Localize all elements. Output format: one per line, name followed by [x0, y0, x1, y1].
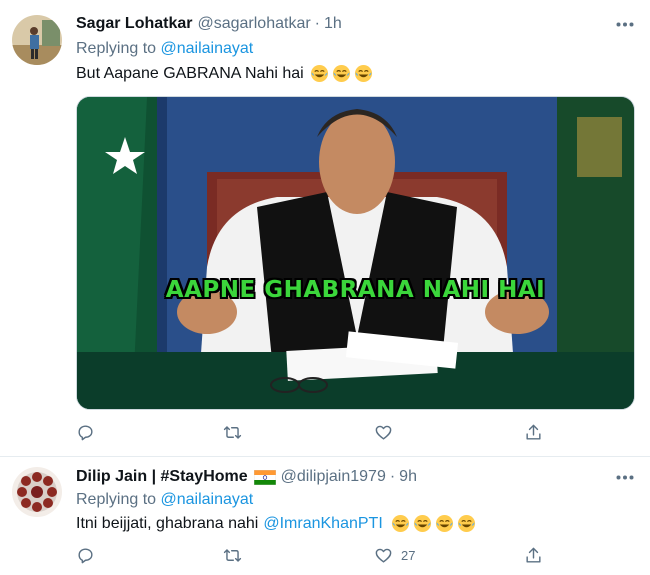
tweet-header: Sagar Lohatkar @sagarlohatkar · 1h [76, 13, 630, 35]
separator-dot: · [389, 468, 396, 485]
like-icon [375, 425, 392, 440]
tweet-header: Dilip Jain | #StayHome @dilipjain1979 · … [76, 466, 630, 488]
retweet-button[interactable] [222, 543, 243, 567]
tweet-1[interactable]: Sagar Lohatkar @sagarlohatkar · 1h Reply… [0, 0, 650, 457]
tears-of-joy-emoji [391, 514, 409, 533]
share-icon [526, 547, 541, 563]
tweet-2[interactable]: Dilip Jain | #StayHome @dilipjain1979 · … [0, 456, 650, 575]
like-count: 27 [401, 547, 416, 563]
tweet-body: Itni beijjati, ghabrana nahi [76, 514, 259, 532]
media-caption: AAPNE GHABRANA NAHI HAI [165, 277, 546, 303]
tweet-text: But Aapane GABRANA Nahi hai [76, 64, 373, 83]
tweet-mention[interactable]: @ImranKhanPTI [263, 515, 382, 533]
replying-to: Replying to @nailainayat [76, 491, 253, 509]
avatar[interactable] [12, 467, 62, 517]
reply-icon [78, 547, 93, 563]
more-icon[interactable] [610, 466, 640, 488]
reply-button[interactable] [76, 420, 95, 444]
timestamp[interactable]: 1h [324, 15, 342, 33]
share-icon [526, 424, 541, 440]
tears-of-joy-emoji [457, 514, 475, 533]
retweet-icon [223, 548, 242, 562]
like-button[interactable] [374, 420, 401, 444]
replying-to-mention[interactable]: @nailainayat [161, 40, 254, 57]
reply-button[interactable] [76, 543, 95, 567]
retweet-button[interactable] [222, 420, 243, 444]
retweet-icon [223, 425, 242, 439]
tears-of-joy-emoji [354, 64, 372, 83]
display-name[interactable]: Dilip Jain | #StayHome [76, 468, 248, 486]
tears-of-joy-emoji [435, 514, 453, 533]
tweet-actions [76, 420, 546, 444]
emoji-group [388, 514, 476, 533]
avatar[interactable] [12, 15, 62, 65]
tweet-media-image[interactable]: AAPNE GHABRANA NAHI HAI [76, 96, 635, 410]
timestamp[interactable]: 9h [399, 468, 417, 486]
emoji-group [307, 64, 373, 83]
user-handle[interactable]: @sagarlohatkar [197, 15, 310, 33]
user-handle[interactable]: @dilipjain1979 [281, 468, 386, 486]
display-name[interactable]: Sagar Lohatkar [76, 15, 192, 33]
share-button[interactable] [524, 420, 543, 444]
tears-of-joy-emoji [332, 64, 350, 83]
like-icon [375, 548, 392, 563]
more-icon[interactable] [610, 13, 640, 35]
separator-dot: · [314, 15, 320, 32]
tweet-body: But Aapane GABRANA Nahi hai [76, 64, 304, 82]
replying-to-label: Replying to [76, 491, 157, 508]
replying-to: Replying to @nailainayat [76, 40, 253, 58]
tweet-actions: 27 [76, 543, 546, 567]
replying-to-mention[interactable]: @nailainayat [161, 491, 254, 508]
india-flag-icon [253, 469, 276, 485]
like-button[interactable]: 27 [374, 543, 415, 567]
share-button[interactable] [524, 543, 543, 567]
tears-of-joy-emoji [413, 514, 431, 533]
tweet-text: Itni beijjati, ghabrana nahi @ImranKhanP… [76, 514, 476, 533]
tears-of-joy-emoji [310, 64, 328, 83]
reply-icon [78, 424, 93, 440]
replying-to-label: Replying to [76, 40, 157, 57]
